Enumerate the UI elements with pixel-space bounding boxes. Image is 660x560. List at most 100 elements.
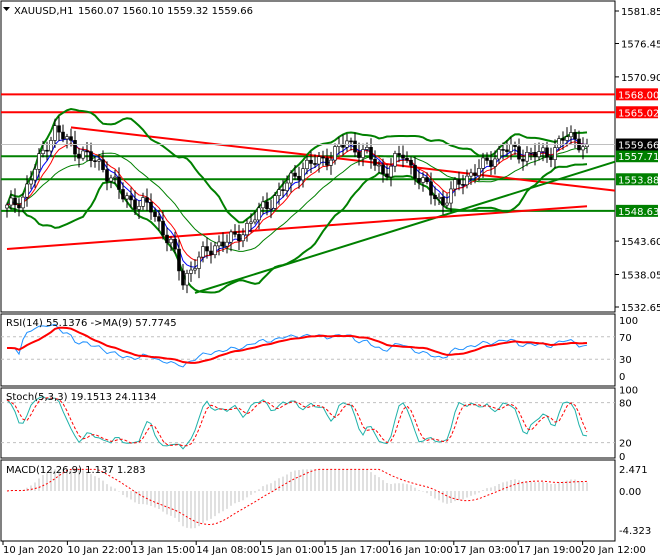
candle — [149, 201, 153, 213]
candle — [525, 152, 529, 162]
candle — [413, 164, 417, 179]
candle — [361, 149, 365, 158]
candle — [281, 189, 285, 191]
candle — [113, 176, 117, 179]
candle — [57, 125, 61, 133]
candle — [73, 140, 77, 155]
candle — [445, 202, 449, 206]
time-tick-label: 15 Jan 01:00 — [261, 545, 324, 556]
candle — [537, 151, 541, 158]
level-label: 1557.71 — [618, 152, 659, 163]
dropdown-icon[interactable] — [3, 7, 10, 11]
candle — [245, 223, 249, 236]
candle — [465, 175, 469, 186]
candle — [529, 151, 533, 154]
candle — [313, 163, 317, 165]
candle — [309, 159, 313, 164]
candle — [81, 150, 85, 159]
price-tick-label: 1538.05 — [621, 271, 660, 282]
candle — [169, 238, 173, 244]
candle — [201, 246, 205, 258]
candle — [173, 238, 177, 250]
candle — [505, 149, 509, 152]
candle — [261, 201, 265, 209]
indicator-tick-label: 0.00 — [619, 487, 641, 498]
stoch-title: Stoch(5,3,3) 19.1513 24.1134 — [6, 392, 157, 403]
candle — [273, 195, 277, 209]
candle — [65, 136, 69, 140]
candle — [317, 156, 321, 165]
candle — [217, 241, 221, 247]
candle — [557, 138, 561, 148]
candle — [177, 248, 181, 272]
chart-canvas[interactable]: 1581.85 1576.45 1570.90 1543.60 1538.05 1532.… — [0, 0, 660, 560]
candle — [101, 159, 105, 170]
candle — [353, 140, 357, 153]
candle — [5, 204, 9, 209]
candle — [133, 199, 137, 210]
candle — [409, 159, 413, 166]
candle — [457, 179, 461, 185]
candle — [141, 197, 145, 207]
time-tick-label: 17 Jan 19:00 — [518, 545, 581, 556]
candle — [545, 147, 549, 158]
chart-window[interactable]: 1581.85 1576.45 1570.90 1543.60 1538.05 1532.… — [0, 0, 660, 560]
candle — [197, 256, 201, 269]
candle — [441, 196, 445, 206]
level-label: 1553.88 — [618, 175, 659, 186]
candle — [213, 245, 217, 256]
candle — [145, 197, 149, 203]
candle — [285, 182, 289, 191]
candle — [533, 151, 537, 158]
candle — [129, 195, 133, 201]
candle — [41, 149, 45, 154]
candle — [161, 220, 165, 236]
candle — [289, 172, 293, 184]
bollinger-upper — [6, 107, 588, 224]
candle — [137, 206, 141, 210]
indicator-tick-label: 100 — [619, 316, 638, 327]
candle — [209, 250, 213, 256]
candle — [449, 188, 453, 204]
time-tick-label: 15 Jan 17:00 — [325, 545, 388, 556]
symbol-label: XAUUSD,H1 — [14, 6, 73, 17]
indicator-tick-label: -4.323 — [619, 526, 651, 537]
candle — [17, 204, 21, 209]
candle — [125, 195, 129, 200]
price-tick-label: 1570.90 — [621, 73, 660, 84]
candle — [105, 169, 109, 182]
candle — [481, 157, 485, 169]
candle — [77, 153, 81, 159]
indicator-tick-label: 70 — [619, 333, 632, 344]
candle — [485, 157, 489, 161]
candle — [497, 149, 501, 160]
time-tick-label: 13 Jan 15:00 — [132, 545, 195, 556]
time-tick-label: 20 Jan 12:00 — [583, 545, 646, 556]
candle — [269, 208, 273, 210]
time-tick-label: 14 Jan 08:00 — [196, 545, 259, 556]
candle — [573, 132, 577, 140]
macd-title: MACD(12,26,9) 1.137 1.283 — [6, 465, 146, 476]
candle — [541, 147, 545, 152]
macd-signal-line — [6, 468, 588, 526]
indicator-tick-label: 80 — [619, 399, 632, 410]
candle — [521, 158, 525, 162]
level-label: 1548.63 — [618, 207, 659, 218]
candle — [69, 136, 73, 141]
candle — [97, 159, 101, 162]
time-tick-label: 17 Jan 03:00 — [454, 545, 517, 556]
candle — [185, 273, 189, 286]
candle — [493, 158, 497, 167]
ohlc-readout: 1560.07 1560.10 1559.32 1559.66 — [78, 6, 253, 17]
indicator-tick-label: 0 — [619, 452, 625, 463]
indicator-tick-label: 20 — [619, 439, 632, 450]
candle — [153, 211, 157, 217]
candle — [117, 176, 121, 190]
price-tick-label: 1581.85 — [621, 7, 660, 18]
candle — [501, 149, 505, 151]
level-label: 1565.02 — [618, 108, 659, 119]
candle — [553, 147, 557, 160]
candle — [561, 138, 565, 141]
candle — [181, 270, 185, 286]
candle — [425, 177, 429, 183]
